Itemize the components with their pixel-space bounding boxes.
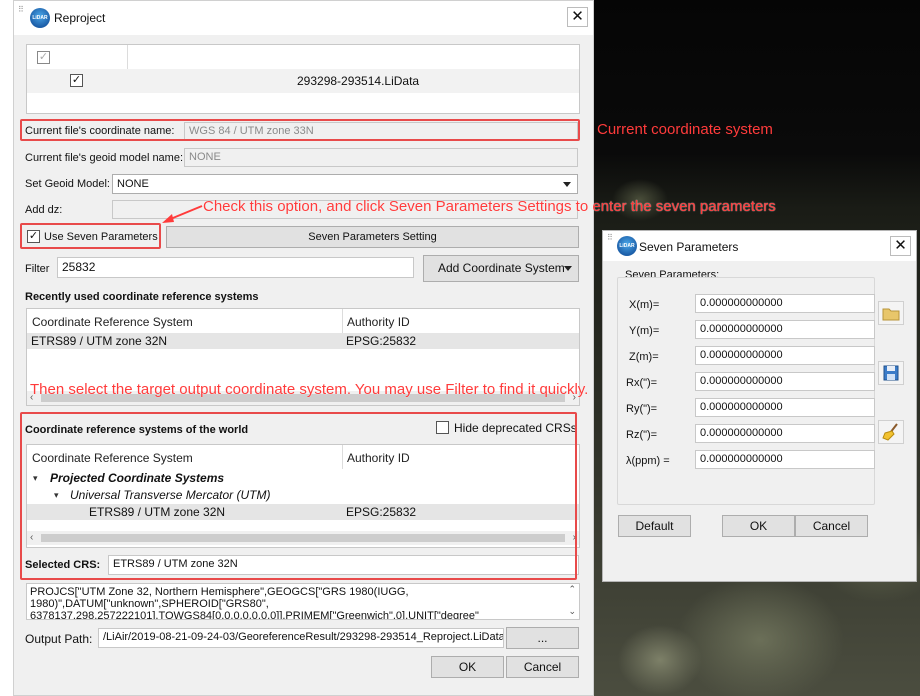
geoid-model-select[interactable]: NONE (112, 174, 578, 194)
seven-ok-button[interactable]: OK (722, 515, 795, 537)
dialog-title: Reproject (54, 11, 106, 25)
header-divider (342, 309, 343, 333)
annotation-check-option: Check this option, and click Seven Param… (203, 198, 776, 215)
liair-logo-icon: LiDAR (30, 8, 50, 28)
add-coordinate-system-button[interactable]: Add Coordinate System (423, 255, 579, 282)
filter-input[interactable]: 25832 (57, 257, 414, 278)
file-list: ✓ ✓ 293298-293514.LiData (26, 44, 580, 114)
open-params-button[interactable] (878, 301, 904, 325)
wkt-text: PROJCS["UTM Zone 32, Northern Hemisphere… (30, 586, 479, 620)
annotation-arrow-icon (162, 205, 203, 223)
output-path-input[interactable]: /LiAir/2019-08-21-09-24-03/GeoreferenceR… (98, 628, 504, 648)
browse-button[interactable]: ... (506, 627, 579, 649)
chevron-down-icon[interactable]: ⌄ (568, 606, 576, 617)
save-icon (883, 365, 899, 381)
set-geoid-label: Set Geoid Model: (25, 178, 110, 190)
geoid-name-label: Current file's geoid model name: (25, 152, 184, 164)
param-ry-input[interactable]: 0.000000000000 (695, 398, 875, 417)
param-z-label: Z(m)= (629, 351, 659, 363)
chevron-down-icon (563, 182, 571, 187)
default-button[interactable]: Default (618, 515, 691, 537)
seven-group: X(m)= 0.000000000000 Y(m)= 0.00000000000… (617, 277, 875, 505)
chevron-down-icon (564, 266, 572, 271)
annotation-current-cs: Current coordinate system (597, 121, 773, 138)
recent-col-authority[interactable]: Authority ID (347, 315, 410, 329)
geoid-model-value: NONE (117, 178, 149, 190)
geoid-name-field: NONE (184, 148, 578, 167)
drag-handle-icon[interactable]: ⠿ (607, 233, 613, 242)
close-icon: ✕ (894, 237, 907, 254)
param-rx-label: Rx(")= (626, 377, 658, 389)
param-z-input[interactable]: 0.000000000000 (695, 346, 875, 365)
seven-parameters-setting-button[interactable]: Seven Parameters Setting (166, 226, 579, 248)
seven-parameters-dialog: ⠿ LiDAR Seven Parameters ✕ Seven Paramet… (602, 230, 917, 582)
select-all-checkbox[interactable]: ✓ (37, 51, 50, 64)
table-row[interactable]: ETRS89 / UTM zone 32N EPSG:25832 (27, 333, 579, 349)
file-checkbox[interactable]: ✓ (70, 74, 83, 87)
wkt-text-area[interactable]: PROJCS["UTM Zone 32, Northern Hemisphere… (26, 583, 580, 620)
param-rx-input[interactable]: 0.000000000000 (695, 372, 875, 391)
file-name: 293298-293514.LiData (297, 74, 420, 88)
param-x-input[interactable]: 0.000000000000 (695, 294, 875, 313)
seven-title: Seven Parameters (639, 240, 739, 254)
drag-handle-icon[interactable]: ⠿ (18, 5, 25, 14)
seven-titlebar: ⠿ LiDAR Seven Parameters ✕ (603, 231, 916, 261)
param-rz-input[interactable]: 0.000000000000 (695, 424, 875, 443)
param-lambda-label: λ(ppm) = (626, 455, 670, 467)
highlight-world-crs (20, 412, 577, 580)
param-y-label: Y(m)= (629, 325, 660, 337)
param-y-input[interactable]: 0.000000000000 (695, 320, 875, 339)
clear-params-button[interactable] (878, 420, 904, 444)
annotation-select-target: Then select the target output coordinate… (30, 381, 589, 398)
file-row[interactable]: ✓ 293298-293514.LiData (27, 69, 579, 93)
output-path-label: Output Path: (25, 632, 93, 646)
close-icon: ✕ (571, 8, 584, 25)
param-ry-label: Ry(")= (626, 403, 658, 415)
add-dz-label: Add dz: (25, 204, 63, 216)
reproject-dialog: ⠿ LiDAR Reproject ✕ ✓ ✓ 293298-293514.Li… (13, 0, 594, 696)
broom-icon (882, 423, 898, 441)
save-params-button[interactable] (878, 361, 904, 385)
add-crs-label: Add Coordinate System (438, 261, 565, 275)
folder-open-icon (882, 308, 900, 321)
dialog-titlebar: ⠿ LiDAR Reproject ✕ (14, 1, 593, 35)
recent-col-crs[interactable]: Coordinate Reference System (32, 315, 193, 329)
filter-label: Filter (25, 263, 50, 275)
seven-cancel-button[interactable]: Cancel (795, 515, 868, 537)
liair-logo-icon: LiDAR (617, 236, 637, 256)
recent-crs-header: Recently used coordinate reference syste… (25, 291, 259, 303)
seven-close-button[interactable]: ✕ (890, 236, 911, 256)
ok-button[interactable]: OK (431, 656, 504, 678)
param-rz-label: Rz(")= (626, 429, 658, 441)
close-button[interactable]: ✕ (567, 7, 588, 27)
cancel-button[interactable]: Cancel (506, 656, 579, 678)
highlight-use-seven (20, 223, 161, 249)
param-lambda-input[interactable]: 0.000000000000 (695, 450, 875, 469)
param-x-label: X(m)= (629, 299, 660, 311)
highlight-current-coord (20, 119, 580, 141)
recent-row-crs: ETRS89 / UTM zone 32N (31, 334, 168, 348)
chevron-up-icon[interactable]: ⌃ (568, 584, 576, 595)
recent-row-authority: EPSG:25832 (346, 334, 417, 348)
